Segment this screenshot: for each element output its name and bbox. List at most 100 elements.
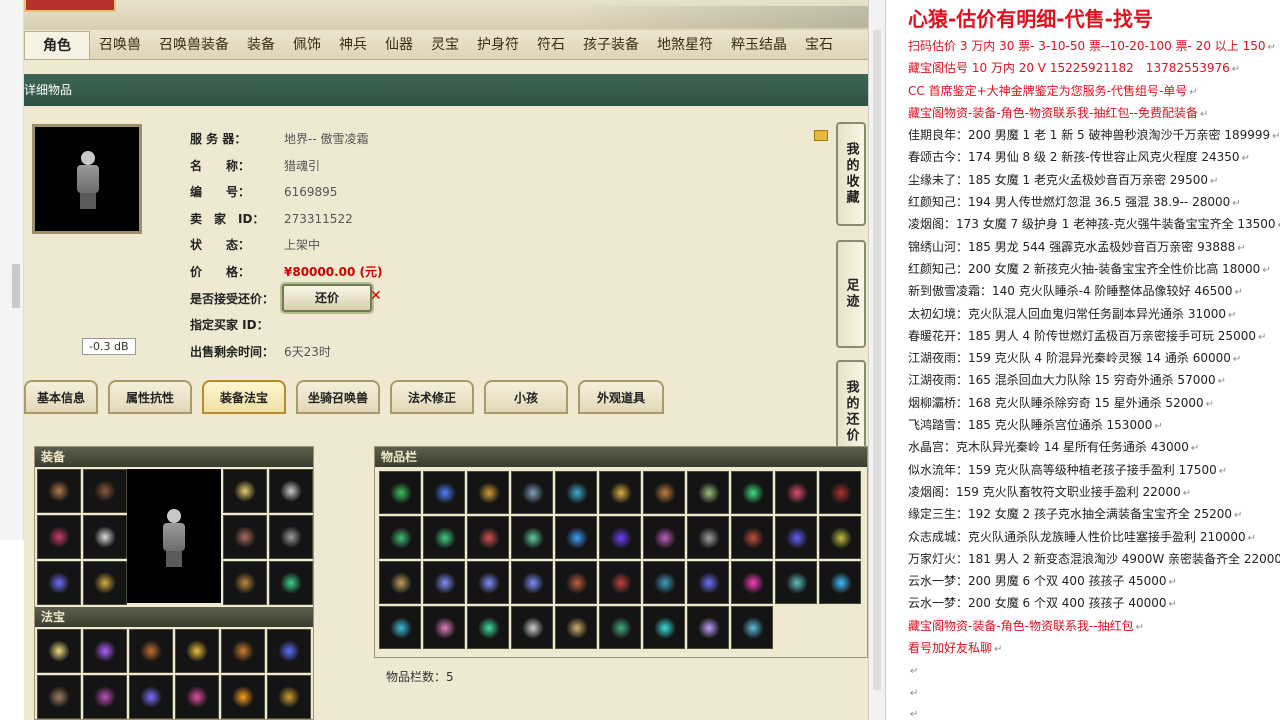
equip-slot[interactable] [83, 515, 127, 559]
inventory-slot[interactable] [643, 471, 685, 514]
treasure-slot[interactable] [83, 675, 127, 719]
equip-slot[interactable] [269, 515, 313, 559]
inventory-slot[interactable] [511, 606, 553, 649]
inventory-slot[interactable] [687, 606, 729, 649]
inventory-slot[interactable] [467, 561, 509, 604]
treasure-slot[interactable] [267, 629, 311, 673]
inventory-slot[interactable] [423, 606, 465, 649]
inventory-slot[interactable] [731, 606, 773, 649]
detail-tab[interactable]: 属性抗性 [108, 380, 192, 414]
note-text: 凌烟阁：173 女魔 7 级护身 1 老神孩-克火强牛装备宝宝齐全 13500 [908, 217, 1276, 232]
inventory-slot[interactable] [819, 516, 861, 559]
detail-tab[interactable]: 坐骑召唤兽 [296, 380, 380, 414]
treasure-slot[interactable] [267, 675, 311, 719]
footprint-button[interactable]: 足迹 [836, 240, 866, 348]
treasure-slot[interactable] [129, 675, 173, 719]
treasure-slot[interactable] [37, 675, 81, 719]
inventory-slot[interactable] [731, 516, 773, 559]
detail-tab[interactable]: 基本信息 [24, 380, 98, 414]
favorite-icon[interactable] [814, 130, 828, 141]
nav-tab[interactable]: 神兵 [330, 31, 376, 59]
treasure-slot[interactable] [175, 675, 219, 719]
inventory-slot[interactable] [423, 561, 465, 604]
equip-slot[interactable] [83, 469, 127, 513]
note-text: 春颂古今：174 男仙 8 级 2 新孩-传世容止风克火程度 24350 [908, 150, 1240, 165]
inventory-slot[interactable] [643, 606, 685, 649]
inventory-slot[interactable] [599, 471, 641, 514]
treasure-slot[interactable] [221, 629, 265, 673]
nav-tab[interactable]: 地煞星符 [648, 31, 722, 59]
equip-slot[interactable] [223, 469, 267, 513]
my-favorites-button[interactable]: 我的收藏 [836, 122, 866, 226]
inventory-slot[interactable] [379, 516, 421, 559]
inventory-slot[interactable] [511, 516, 553, 559]
inventory-slot[interactable] [423, 516, 465, 559]
equip-slot[interactable] [223, 515, 267, 559]
inventory-slot[interactable] [423, 471, 465, 514]
inventory-slot[interactable] [599, 516, 641, 559]
inventory-slot[interactable] [379, 606, 421, 649]
inventory-slot[interactable] [775, 516, 817, 559]
close-icon[interactable]: ✕ [370, 288, 382, 304]
equip-slot[interactable] [37, 469, 81, 513]
equip-slot[interactable] [37, 561, 81, 605]
inventory-slot[interactable] [643, 516, 685, 559]
equip-slot[interactable] [269, 561, 313, 605]
inventory-slot[interactable] [687, 561, 729, 604]
detail-tab[interactable]: 装备法宝 [202, 380, 286, 414]
inventory-slot[interactable] [555, 606, 597, 649]
inventory-slot[interactable] [379, 471, 421, 514]
treasure-slot[interactable] [129, 629, 173, 673]
inventory-slot[interactable] [467, 516, 509, 559]
inventory-slot[interactable] [379, 561, 421, 604]
detail-tab[interactable]: 小孩 [484, 380, 568, 414]
inventory-slot[interactable] [599, 606, 641, 649]
inventory-slot[interactable] [467, 471, 509, 514]
nav-tab[interactable]: 灵宝 [422, 31, 468, 59]
return-icon: ↵ [1199, 108, 1209, 120]
site-logo[interactable] [24, 0, 116, 12]
nav-tab[interactable]: 孩子装备 [574, 31, 648, 59]
scrollbar-thumb[interactable] [873, 30, 881, 690]
inventory-slot[interactable] [775, 471, 817, 514]
inventory-slot[interactable] [511, 561, 553, 604]
equip-slot[interactable] [37, 515, 81, 559]
equip-slot[interactable] [83, 561, 127, 605]
inventory-slot[interactable] [731, 471, 773, 514]
inventory-slot[interactable] [555, 516, 597, 559]
inventory-slot[interactable] [599, 561, 641, 604]
inventory-slot[interactable] [775, 561, 817, 604]
nav-tab[interactable]: 粹玉结晶 [722, 31, 796, 59]
nav-tab[interactable]: 角色 [24, 31, 90, 59]
nav-tab[interactable]: 召唤兽装备 [150, 31, 238, 59]
return-icon: ↵ [1247, 532, 1257, 544]
nav-tab[interactable]: 仙器 [376, 31, 422, 59]
nav-tab[interactable]: 宝石 [796, 31, 842, 59]
nav-tab[interactable]: 召唤兽 [90, 31, 150, 59]
equip-slot[interactable] [269, 469, 313, 513]
inventory-slot[interactable] [819, 561, 861, 604]
nav-tab[interactable]: 护身符 [468, 31, 528, 59]
detail-tab[interactable]: 外观道具 [578, 380, 664, 414]
treasure-slot[interactable] [37, 629, 81, 673]
inventory-slot[interactable] [643, 561, 685, 604]
treasure-slot[interactable] [83, 629, 127, 673]
scrollbar-thumb[interactable] [12, 264, 20, 308]
inventory-slot[interactable] [687, 516, 729, 559]
inventory-slot[interactable] [555, 561, 597, 604]
nav-tab[interactable]: 佩饰 [284, 31, 330, 59]
equip-slot[interactable] [223, 561, 267, 605]
return-icon: ↵ [910, 687, 919, 699]
nav-tab[interactable]: 符石 [528, 31, 574, 59]
detail-tab[interactable]: 法术修正 [390, 380, 474, 414]
inventory-slot[interactable] [819, 471, 861, 514]
nav-tab[interactable]: 装备 [238, 31, 284, 59]
inventory-slot[interactable] [687, 471, 729, 514]
inventory-slot[interactable] [731, 561, 773, 604]
counter-offer-button[interactable]: 还价 [282, 284, 372, 312]
treasure-slot[interactable] [221, 675, 265, 719]
inventory-slot[interactable] [467, 606, 509, 649]
inventory-slot[interactable] [555, 471, 597, 514]
inventory-slot[interactable] [511, 471, 553, 514]
treasure-slot[interactable] [175, 629, 219, 673]
